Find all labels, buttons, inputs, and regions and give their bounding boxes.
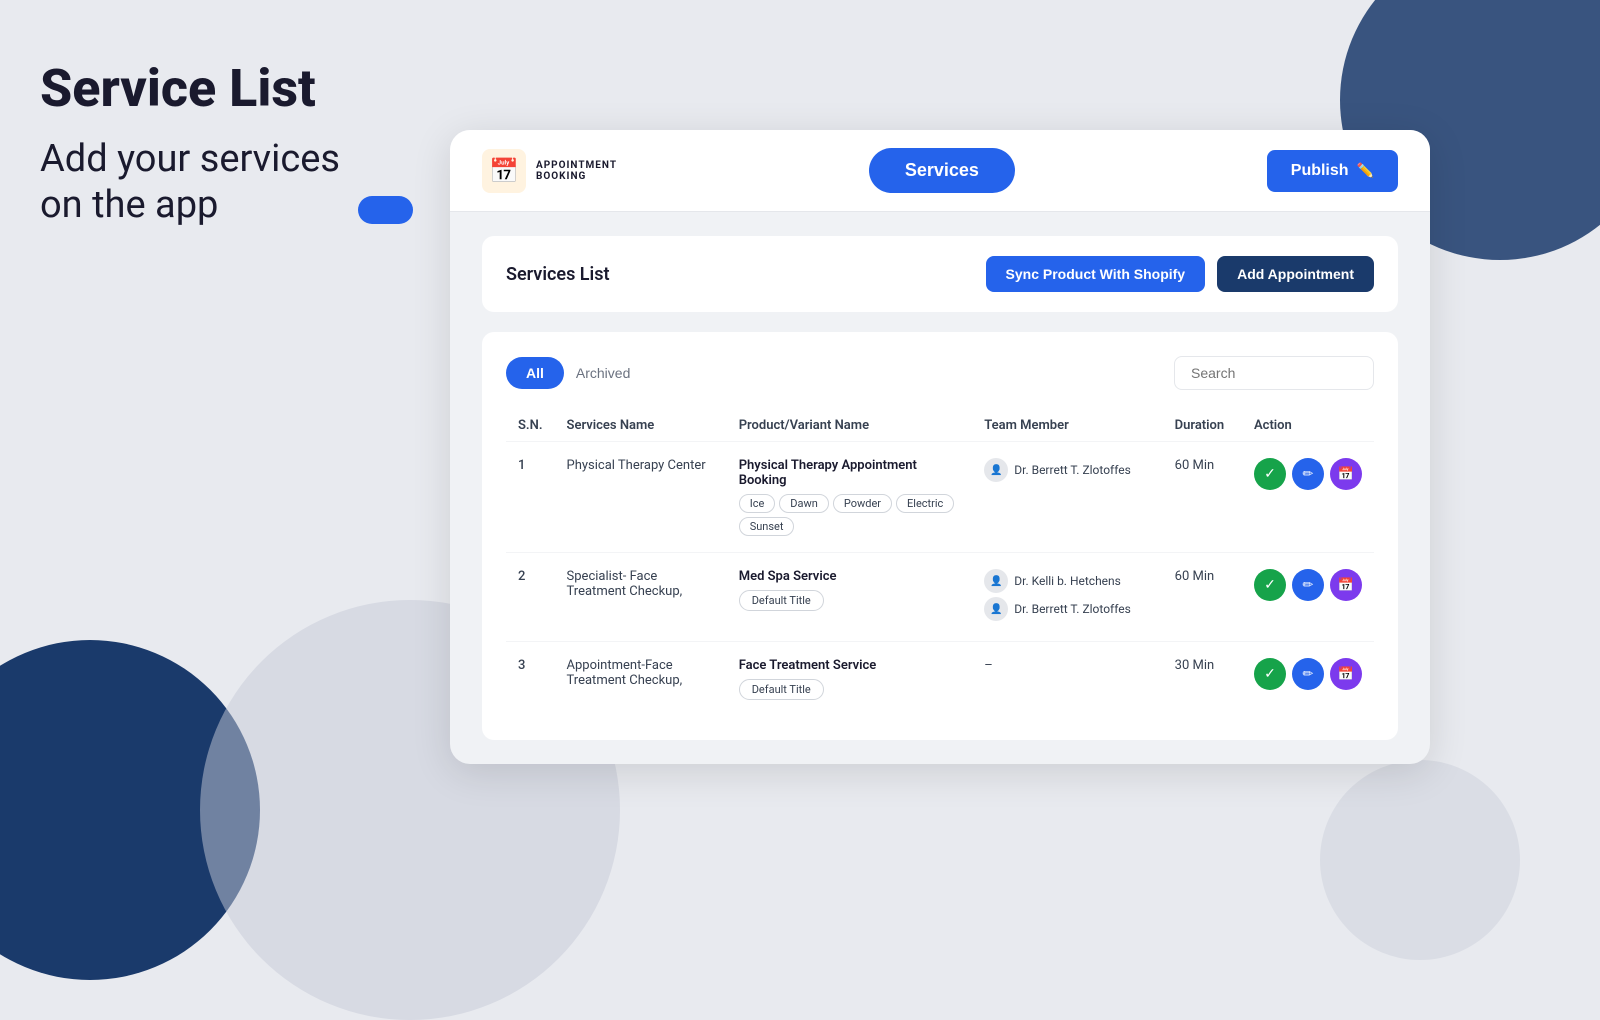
services-nav-button[interactable]: Services [869,148,1015,193]
product-name: Med Spa Service [739,569,961,584]
action-buttons: ✓ ✏ 📅 [1254,458,1362,490]
duration-text: 30 Min [1175,658,1215,673]
row-duration: 60 Min [1163,553,1242,642]
no-team-dash: – [984,658,993,673]
row-product: Face Treatment Service Default Title [727,642,973,717]
bg-decoration-bottom-right [1320,760,1520,960]
variant-tag: Default Title [739,679,824,700]
col-header-duration: Duration [1163,410,1242,442]
logo-text-bottom: BOOKING [536,171,617,182]
row-service-name: Physical Therapy Center [555,442,727,553]
col-header-team: Team Member [972,410,1162,442]
team-member-name: Dr. Berrett T. Zlotoffes [1014,463,1131,477]
left-panel: Service List Add your serviceson the app [40,60,440,228]
col-header-product: Product/Variant Name [727,410,973,442]
publish-button[interactable]: Publish ✏️ [1267,150,1398,192]
row-service-name: Appointment-Face Treatment Checkup, [555,642,727,717]
action-buttons: ✓ ✏ 📅 [1254,658,1362,690]
edit-button[interactable]: ✏ [1292,458,1324,490]
row-duration: 60 Min [1163,442,1242,553]
action-buttons: ✓ ✏ 📅 [1254,569,1362,601]
avatar: 👤 [984,597,1008,621]
row-team-member: 👤 Dr. Berrett T. Zlotoffes [972,442,1162,553]
check-button[interactable]: ✓ [1254,458,1286,490]
row-sn: 3 [506,642,555,717]
variant-tag: Default Title [739,590,824,611]
team-member-name: Dr. Berrett T. Zlotoffes [1014,602,1131,616]
duration-text: 60 Min [1175,569,1215,584]
search-input[interactable] [1174,356,1374,390]
filter-all-tab[interactable]: All [506,357,564,389]
calendar-button[interactable]: 📅 [1330,658,1362,690]
row-sn: 1 [506,442,555,553]
services-list-title: Services List [506,264,610,285]
logo-emoji: 📅 [489,157,519,185]
variant-tag: Powder [833,494,892,513]
row-sn: 2 [506,553,555,642]
col-header-action: Action [1242,410,1374,442]
add-appointment-button[interactable]: Add Appointment [1217,256,1374,292]
variant-tag: Sunset [739,517,795,536]
team-member-item: 👤 Dr. Berrett T. Zlotoffes [984,458,1150,482]
sync-button[interactable]: Sync Product With Shopify [986,256,1206,292]
edit-button[interactable]: ✏ [1292,658,1324,690]
filter-tabs: All Archived [506,357,630,389]
content-area: Services List Sync Product With Shopify … [450,212,1430,764]
avatar: 👤 [984,458,1008,482]
row-team-member: – [972,642,1162,717]
logo-text-top: APPOINTMENT [536,160,617,171]
filter-archived-tab[interactable]: Archived [576,365,630,381]
table-row: 3 Appointment-Face Treatment Checkup, Face… [506,642,1374,717]
row-team-member: 👤 Dr. Kelli b. Hetchens 👤 Dr. Berrett T.… [972,553,1162,642]
check-button[interactable]: ✓ [1254,658,1286,690]
logo-area: 📅 APPOINTMENT BOOKING [482,149,617,193]
row-product: Physical Therapy Appointment Booking IceD… [727,442,973,553]
team-member-item: 👤 Dr. Berrett T. Zlotoffes [984,597,1150,621]
edit-button[interactable]: ✏ [1292,569,1324,601]
logo-text: APPOINTMENT BOOKING [536,160,617,182]
calendar-button[interactable]: 📅 [1330,569,1362,601]
table-row: 2 Specialist- Face Treatment Checkup, Med … [506,553,1374,642]
variant-tag: Dawn [779,494,829,513]
variant-tags: Default Title [739,590,961,611]
table-filters: All Archived [506,356,1374,390]
service-name-text: Appointment-Face Treatment Checkup, [567,658,683,688]
col-header-services-name: Services Name [555,410,727,442]
variant-tags: IceDawnPowderElectric Sunset [739,494,961,536]
duration-text: 60 Min [1175,458,1215,473]
edit-icon: ✏️ [1357,162,1374,179]
row-action: ✓ ✏ 📅 [1242,642,1374,717]
variant-tag: Electric [896,494,954,513]
row-duration: 30 Min [1163,642,1242,717]
publish-label: Publish [1291,162,1349,180]
table-row: 1 Physical Therapy Center Physical Therapy… [506,442,1374,553]
product-name: Face Treatment Service [739,658,961,673]
row-service-name: Specialist- Face Treatment Checkup, [555,553,727,642]
avatar: 👤 [984,569,1008,593]
product-name: Physical Therapy Appointment Booking [739,458,961,488]
col-header-sn: S.N. [506,410,555,442]
app-panel: 📅 APPOINTMENT BOOKING Services Publish ✏… [450,130,1430,764]
variant-tag: Ice [739,494,776,513]
variant-tags: Default Title [739,679,961,700]
row-action: ✓ ✏ 📅 [1242,442,1374,553]
calendar-button[interactable]: 📅 [1330,458,1362,490]
page-subtitle: Add your serviceson the app [40,137,440,228]
row-product: Med Spa Service Default Title [727,553,973,642]
toggle-switch[interactable] [358,196,413,224]
services-table: S.N. Services Name Product/Variant Name … [506,410,1374,716]
logo-icon: 📅 [482,149,526,193]
team-member-name: Dr. Kelli b. Hetchens [1014,574,1121,588]
service-name-text: Physical Therapy Center [567,458,706,473]
table-container: All Archived S.N. Services Name Product/… [482,332,1398,740]
top-nav: 📅 APPOINTMENT BOOKING Services Publish ✏… [450,130,1430,212]
check-button[interactable]: ✓ [1254,569,1286,601]
subtitle-text: Add your serviceson the app [40,137,340,228]
page-title: Service List [40,60,440,117]
header-buttons: Sync Product With Shopify Add Appointmen… [986,256,1374,292]
service-name-text: Specialist- Face Treatment Checkup, [567,569,683,599]
services-header: Services List Sync Product With Shopify … [482,236,1398,312]
row-action: ✓ ✏ 📅 [1242,553,1374,642]
team-member-item: 👤 Dr. Kelli b. Hetchens [984,569,1150,593]
